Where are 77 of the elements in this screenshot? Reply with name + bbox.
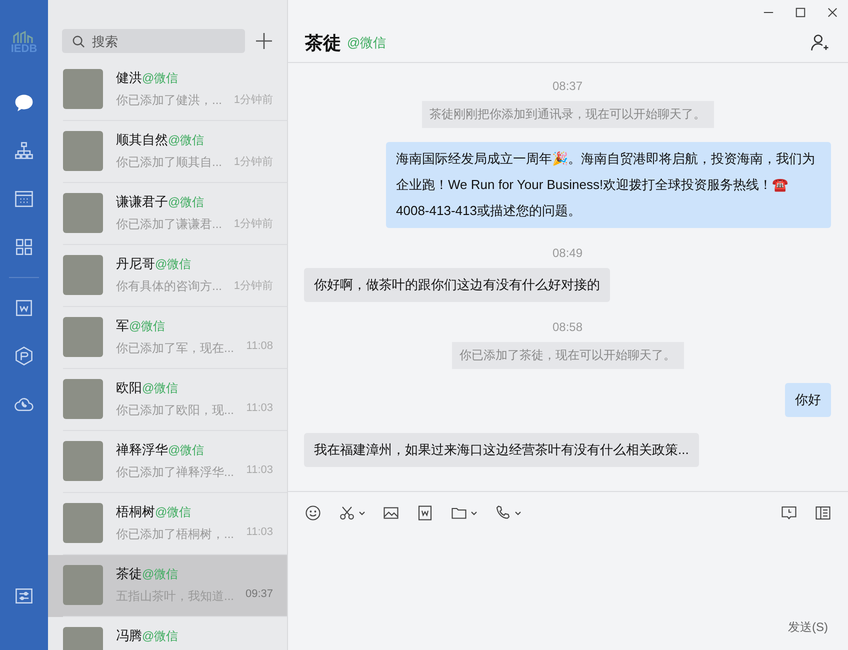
system-notice: 茶徒刚刚把你添加到通讯录，现在可以开始聊天了。 xyxy=(422,101,714,128)
add-icon[interactable] xyxy=(255,32,273,50)
avatar-placeholder xyxy=(63,255,103,295)
avatar-placeholder xyxy=(63,565,103,605)
wechat-tag: @微信 xyxy=(347,34,386,52)
contact-name: 顺其自然 xyxy=(116,131,168,149)
avatar-placeholder xyxy=(63,193,103,233)
message-bubble: 你好啊，做茶叶的跟你们这边有没有什么好对接的 xyxy=(304,268,610,302)
avatar-placeholder xyxy=(63,379,103,419)
message-time: 08:37 xyxy=(552,79,583,93)
message-input-area[interactable]: 发送(S) xyxy=(288,491,848,650)
message-time: 1分钟前 xyxy=(234,155,273,170)
system-notice: 你已添加了茶徒，现在可以开始聊天了。 xyxy=(452,342,684,369)
message-bubble: 我在福建漳州，如果过来海口这边经营茶叶有没有什么相关政策... xyxy=(304,433,699,467)
contact-name: 丹尼哥 xyxy=(116,255,155,273)
message-time: 1分钟前 xyxy=(234,217,273,232)
wechat-tag: @微信 xyxy=(155,504,192,521)
message-preview: 你已添加了谦谦君... xyxy=(116,216,222,233)
message-preview: 你已添加了军，现在... xyxy=(116,340,234,357)
contact-name: 军 xyxy=(116,317,129,335)
contact-name: 冯腾 xyxy=(116,627,142,645)
message-time: 09:37 xyxy=(245,588,273,602)
contact-item[interactable]: 军@微信 你已添加了军，现在... 11:08 xyxy=(48,307,287,369)
contact-name: 禅释浮华 xyxy=(116,441,168,459)
chat-title: 茶徒 xyxy=(305,32,341,55)
wechat-tag: @微信 xyxy=(142,566,178,583)
contact-name: 茶徒 xyxy=(116,565,142,583)
wechat-tag: @微信 xyxy=(142,628,178,645)
message-preview: 你已添加了禅释浮华... xyxy=(116,464,234,481)
message-bubble: 海南国际经发局成立一周年🎉。海南自贸港即将启航，投资海南，我们为企业跑！We Run for Your Business!欢迎拨打全球投资服务热线！☎ 4008-413-413或描述您的问题。 xyxy=(386,142,831,228)
avatar-placeholder xyxy=(63,317,103,357)
wechat-tag: @微信 xyxy=(129,318,166,335)
message-time: 1分钟前 xyxy=(234,279,273,294)
maximize-icon[interactable] xyxy=(794,6,806,18)
contact-name: 健洪 xyxy=(116,69,142,87)
contact-name: 梧桐树 xyxy=(116,503,155,521)
message-time: 08:49 xyxy=(552,246,583,260)
wechat-tag: @微信 xyxy=(168,442,204,459)
wechat-tag: @微信 xyxy=(168,132,204,149)
message-bubble: 你好 xyxy=(785,383,831,417)
message-preview: 你已添加了梧桐树，... xyxy=(116,526,234,543)
avatar-placeholder xyxy=(63,69,103,109)
wechat-tag: @微信 xyxy=(142,380,178,397)
contact-item[interactable]: 丹尼哥@微信 你有具体的咨询方... 1分钟前 xyxy=(48,245,287,307)
contact-item[interactable]: 冯腾@微信 xyxy=(48,617,287,650)
contact-item[interactable]: 欧阳@微信 你已添加了欧阳，现... 11:03 xyxy=(48,369,287,431)
avatar-placeholder xyxy=(63,441,103,481)
wechat-tag: @微信 xyxy=(168,194,204,211)
message-time: 11:03 xyxy=(246,526,273,540)
send-button[interactable]: 发送(S) xyxy=(788,617,828,638)
contact-item[interactable]: 谦谦君子@微信 你已添加了谦谦君... 1分钟前 xyxy=(48,183,287,245)
message-time: 11:03 xyxy=(246,464,273,478)
message-time: 08:58 xyxy=(552,320,583,334)
message-preview: 你已添加了顺其自... xyxy=(116,154,222,171)
contact-name: 欧阳 xyxy=(116,379,142,397)
side-panel-icon[interactable] xyxy=(814,504,832,522)
chat-history-icon[interactable] xyxy=(780,504,798,522)
avatar-placeholder xyxy=(63,503,103,543)
message-time: 11:08 xyxy=(246,340,273,354)
scissors-icon[interactable] xyxy=(338,504,366,522)
close-icon[interactable] xyxy=(826,6,838,18)
avatar-placeholder xyxy=(63,131,103,171)
contact-item[interactable]: 禅释浮华@微信 你已添加了禅释浮华... 11:03 xyxy=(48,431,287,493)
contact-item[interactable]: 顺其自然@微信 你已添加了顺其自... 1分钟前 xyxy=(48,121,287,183)
contact-name: 谦谦君子 xyxy=(116,193,168,211)
image-icon[interactable] xyxy=(382,504,400,522)
message-time: 1分钟前 xyxy=(234,93,273,108)
message-time: 11:03 xyxy=(246,402,273,416)
message-preview: 你已添加了欧阳，现... xyxy=(116,402,234,419)
wechat-tag: @微信 xyxy=(155,256,192,273)
document-w-icon[interactable] xyxy=(416,504,434,522)
message-preview: 你已添加了健洪，... xyxy=(116,92,222,109)
contact-item[interactable]: 健洪@微信 你已添加了健洪，... 1分钟前 xyxy=(48,59,287,121)
smiley-icon[interactable] xyxy=(304,504,322,522)
wechat-tag: @微信 xyxy=(142,70,178,87)
search-field[interactable]: 搜索 xyxy=(62,29,245,53)
message-preview: 你有具体的咨询方... xyxy=(116,278,222,295)
